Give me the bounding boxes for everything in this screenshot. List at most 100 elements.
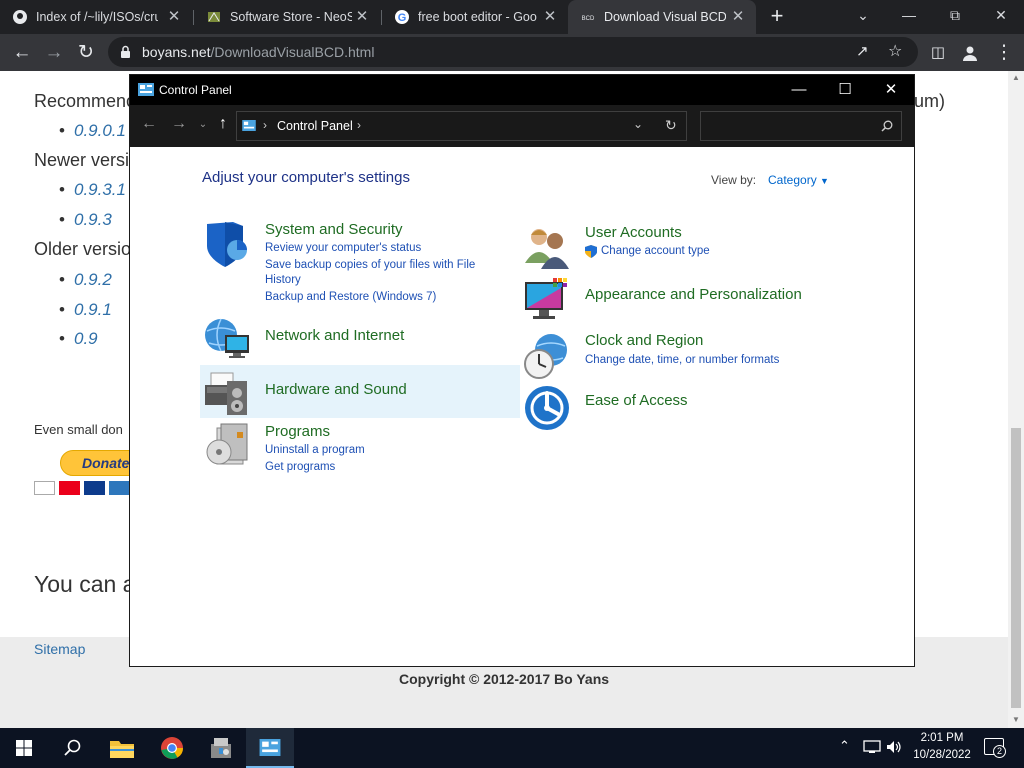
- bookmark-star-icon[interactable]: ☆: [888, 41, 902, 61]
- control-panel-icon: [259, 739, 281, 756]
- browser-minimize-button[interactable]: —: [886, 0, 932, 32]
- category-title[interactable]: System and Security: [265, 221, 403, 238]
- svg-text:BCD: BCD: [582, 16, 595, 22]
- up-arrow-icon[interactable]: ↑: [212, 115, 234, 133]
- version-link[interactable]: 0.9.3: [59, 210, 112, 230]
- scroll-down-arrow-icon[interactable]: ▼: [1012, 715, 1020, 724]
- windows-logo-icon: [16, 740, 32, 756]
- uac-shield-icon: [585, 245, 597, 258]
- category-link[interactable]: Get programs: [265, 459, 335, 475]
- breadcrumb[interactable]: Control Panel: [277, 119, 353, 133]
- window-close-button[interactable]: ✕: [868, 75, 914, 105]
- close-icon[interactable]: ✕: [730, 9, 746, 25]
- programs-box-icon: [206, 423, 248, 465]
- donate-label: Donate: [82, 455, 130, 471]
- close-icon[interactable]: ✕: [542, 9, 558, 25]
- version-link[interactable]: 0.9: [59, 329, 97, 349]
- version-link[interactable]: 0.9.1: [59, 300, 112, 320]
- address-bar[interactable]: boyans.net/DownloadVisualBCD.html ↗ ☆: [108, 37, 918, 67]
- recommended-heading: Recommenc: [34, 91, 136, 111]
- share-icon[interactable]: ↗: [856, 42, 869, 60]
- breadcrumb-chevron-icon[interactable]: ›: [357, 118, 361, 132]
- volume-icon[interactable]: [886, 740, 902, 754]
- google-favicon-icon: G: [395, 10, 409, 24]
- network-icon[interactable]: [863, 740, 881, 754]
- forward-arrow-icon[interactable]: →: [168, 115, 190, 133]
- location-dropdown-icon[interactable]: ⌄: [633, 117, 643, 131]
- scroll-up-arrow-icon[interactable]: ▲: [1012, 73, 1020, 82]
- reload-icon[interactable]: ↻: [72, 39, 100, 67]
- category-link[interactable]: Change date, time, or number formats: [585, 352, 779, 368]
- taskbar-chrome[interactable]: [148, 728, 196, 768]
- tab-index-of-isos[interactable]: Index of /~lily/ISOs/cru ✕: [0, 0, 192, 34]
- window-maximize-button[interactable]: ☐: [822, 75, 868, 105]
- close-icon[interactable]: ✕: [166, 9, 182, 25]
- monitor-palette-icon: [525, 278, 567, 319]
- window-minimize-button[interactable]: —: [776, 75, 822, 105]
- clock-date[interactable]: 10/28/2022: [910, 749, 974, 761]
- browser-toolbar: ← → ↻ boyans.net/DownloadVisualBCD.html …: [0, 34, 1024, 71]
- category-link[interactable]: Change account type: [601, 243, 710, 259]
- search-icon: [881, 120, 893, 132]
- chrome-icon: [161, 737, 183, 759]
- browser-menu-icon[interactable]: ⋮: [990, 39, 1018, 67]
- notification-count-badge: 2: [993, 745, 1006, 758]
- category-link[interactable]: Review your computer's status: [265, 240, 421, 256]
- version-link[interactable]: 0.9.3.1: [59, 180, 126, 200]
- version-link[interactable]: 0.9.0.1: [59, 121, 126, 141]
- clock-time[interactable]: 2:01 PM: [910, 732, 974, 744]
- category-link[interactable]: History: [265, 272, 301, 288]
- version-link[interactable]: 0.9.2: [59, 270, 112, 290]
- profile-icon[interactable]: [956, 39, 984, 67]
- tab-search-chevron-icon[interactable]: ⌄: [840, 0, 886, 32]
- view-by-value: Category: [768, 173, 817, 187]
- tab-google-search[interactable]: G free boot editor - Goo ✕: [382, 0, 568, 34]
- window-title-bar[interactable]: Control Panel — ☐ ✕: [130, 75, 914, 105]
- browser-restore-button[interactable]: ⧉: [932, 0, 978, 32]
- payment-cards-icon: [34, 481, 130, 496]
- side-panel-icon[interactable]: ◫: [924, 39, 952, 67]
- sitemap-link[interactable]: Sitemap: [34, 641, 85, 657]
- back-arrow-icon[interactable]: ←: [8, 39, 36, 67]
- taskbar-file-explorer[interactable]: [98, 728, 146, 768]
- location-bar[interactable]: › Control Panel › ⌄ ↻: [236, 111, 687, 141]
- scrollbar-thumb[interactable]: [1011, 428, 1021, 708]
- svg-text:G: G: [398, 12, 407, 24]
- network-globe-icon: [205, 318, 249, 358]
- category-title[interactable]: Clock and Region: [585, 332, 703, 349]
- recommended-heading-suffix: um): [914, 91, 945, 111]
- recent-locations-chevron-icon[interactable]: ⌄: [192, 119, 214, 130]
- start-button[interactable]: [0, 728, 48, 768]
- search-button[interactable]: [48, 728, 96, 768]
- browser-close-button[interactable]: ✕: [978, 0, 1024, 32]
- folder-icon: [110, 741, 134, 758]
- page-scrollbar[interactable]: ▲ ▼: [1008, 71, 1024, 728]
- tab-download-visual-bcd[interactable]: BCD Download Visual BCD ✕: [568, 0, 756, 34]
- category-title[interactable]: Network and Internet: [265, 327, 404, 344]
- breadcrumb-separator-icon: ›: [263, 118, 267, 132]
- taskbar-app[interactable]: [197, 728, 245, 768]
- bcd-favicon-icon: BCD: [580, 12, 596, 22]
- forward-arrow-icon[interactable]: →: [40, 39, 68, 67]
- notification-center-icon[interactable]: 2: [984, 738, 1006, 758]
- taskbar-control-panel[interactable]: [246, 728, 294, 768]
- app-icon: [211, 738, 231, 758]
- category-title[interactable]: Ease of Access: [585, 392, 688, 409]
- category-link[interactable]: Uninstall a program: [265, 442, 365, 458]
- control-panel-content: Adjust your computer's settings View by:…: [130, 147, 914, 666]
- back-arrow-icon[interactable]: ←: [138, 115, 160, 133]
- category-title[interactable]: Appearance and Personalization: [585, 286, 802, 303]
- view-by-dropdown[interactable]: Category ▼: [768, 173, 829, 187]
- category-title[interactable]: User Accounts: [585, 224, 682, 241]
- new-tab-button[interactable]: +: [765, 5, 789, 29]
- category-title[interactable]: Programs: [265, 423, 330, 440]
- tray-expand-chevron-icon[interactable]: ⌃: [839, 738, 850, 754]
- refresh-icon[interactable]: ↻: [665, 117, 677, 134]
- category-link[interactable]: Save backup copies of your files with Fi…: [265, 257, 475, 273]
- category-title[interactable]: Hardware and Sound: [265, 381, 407, 398]
- close-icon[interactable]: ✕: [354, 9, 370, 25]
- control-panel-icon: [242, 120, 256, 131]
- search-control-panel-input[interactable]: [700, 111, 902, 141]
- tab-software-store[interactable]: Software Store - NeoSr ✕: [194, 0, 380, 34]
- category-link[interactable]: Backup and Restore (Windows 7): [265, 289, 436, 305]
